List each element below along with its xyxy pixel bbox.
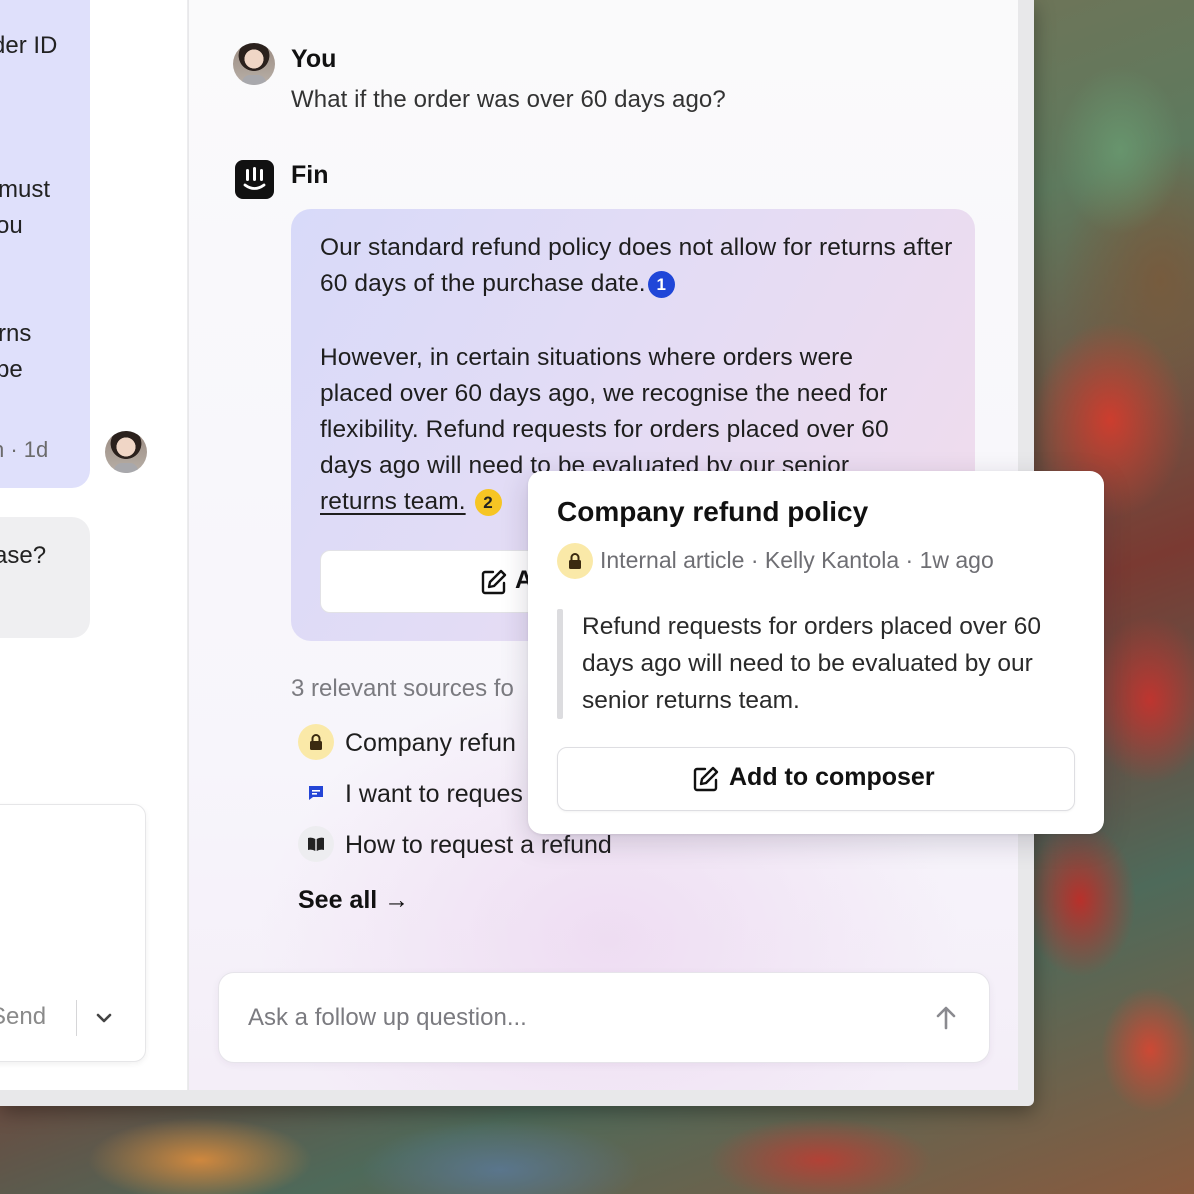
chevron-down-icon[interactable]: [94, 1006, 114, 1030]
quote-bar: [557, 609, 563, 719]
message-fragment: must: [0, 176, 51, 203]
popover-meta: Internal article · Kelly Kantola · 1w ag…: [600, 547, 994, 573]
answer-paragraph: Our standard refund policy does not allo…: [320, 230, 960, 302]
message-fragment: ase?: [0, 542, 47, 569]
avatar: [105, 431, 147, 473]
message-author: You: [291, 45, 337, 73]
answer-line: flexibility. Refund requests for orders …: [320, 416, 889, 443]
popover-title: Company refund policy: [557, 496, 869, 527]
answer-line: placed over 60 days ago, we recognise th…: [320, 380, 888, 407]
book-icon: [298, 826, 334, 862]
edit-icon: [481, 569, 507, 595]
lock-icon: [557, 543, 593, 579]
see-all-link[interactable]: See all →: [298, 886, 409, 915]
source-item[interactable]: I want to reques: [345, 780, 523, 809]
answer-text: Our standard refund policy does not allo…: [320, 234, 953, 297]
message-fragment: rns: [0, 320, 32, 347]
lock-icon: [298, 724, 334, 760]
edit-icon: [693, 766, 719, 792]
message-fragment: be: [0, 356, 23, 383]
sources-heading: 3 relevant sources fo: [291, 675, 514, 702]
add-to-composer-label: Add to composer: [729, 763, 935, 791]
chat-icon: [298, 775, 334, 811]
citation-badge[interactable]: 2: [474, 489, 502, 516]
message-fragment: ou: [0, 212, 23, 239]
highlighted-passage[interactable]: returns team.: [320, 488, 466, 515]
followup-placeholder: Ask a follow up question...: [248, 1004, 527, 1031]
fin-logo-icon: [235, 160, 274, 199]
popover-quote: Refund requests for orders placed over 6…: [582, 613, 1041, 714]
user-question: What if the order was over 60 days ago?: [291, 86, 726, 113]
customer-message-bubble: [0, 0, 90, 488]
send-button[interactable]: Send: [0, 1003, 46, 1031]
divider: [76, 1000, 77, 1036]
user-avatar: [233, 43, 275, 85]
source-item[interactable]: Company refun: [345, 729, 516, 758]
agent-message-bubble: [0, 517, 90, 638]
source-item[interactable]: How to request a refund: [345, 831, 612, 860]
message-author: Fin: [291, 161, 329, 189]
citation-badge[interactable]: 1: [647, 271, 675, 298]
arrow-up-icon[interactable]: [932, 1004, 960, 1032]
message-meta: n · 1d: [0, 437, 49, 462]
answer-line: However, in certain situations where ord…: [320, 344, 854, 371]
message-fragment: der ID: [0, 32, 58, 59]
